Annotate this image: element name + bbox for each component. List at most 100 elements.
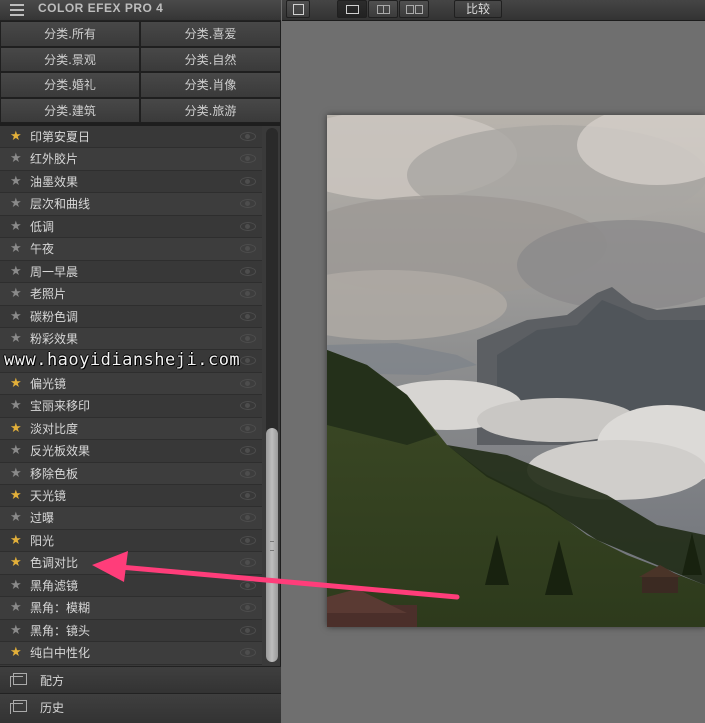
star-icon[interactable]: ★ xyxy=(10,421,22,437)
filter-item[interactable]: ★ 黑角滤镜 xyxy=(0,574,262,598)
filter-item[interactable]: ★ 粉彩效果 xyxy=(0,327,262,351)
filter-label: 黑角：镜头 xyxy=(30,623,91,638)
star-icon[interactable]: ★ xyxy=(10,533,22,549)
filter-item[interactable]: ★ 淡对比度 xyxy=(0,417,262,441)
star-icon[interactable]: ★ xyxy=(10,286,22,302)
eye-icon[interactable] xyxy=(240,154,256,164)
filter-label: 层次和曲线 xyxy=(30,197,91,212)
filter-item[interactable]: ★ 阳光 xyxy=(0,529,262,553)
filter-item[interactable]: ★ 红外胶片 xyxy=(0,148,262,171)
category-button[interactable]: 分类.肖像 xyxy=(140,72,281,98)
filter-item[interactable]: ★ 黑角：模糊 xyxy=(0,597,262,620)
eye-icon[interactable] xyxy=(240,423,256,433)
eye-icon[interactable] xyxy=(240,580,256,590)
eye-icon[interactable] xyxy=(240,199,256,209)
category-button[interactable]: 分类.旅游 xyxy=(140,97,281,123)
star-icon[interactable]: ★ xyxy=(10,488,22,504)
star-icon[interactable]: ★ xyxy=(10,219,22,235)
filter-label: 老照片 xyxy=(30,287,67,302)
star-icon[interactable]: ★ xyxy=(10,331,22,347)
eye-icon[interactable] xyxy=(240,513,256,523)
filter-item[interactable]: ★ 色调对比 xyxy=(0,552,262,575)
filter-label: 阳光 xyxy=(30,533,55,548)
eye-icon[interactable] xyxy=(240,356,256,366)
star-icon[interactable]: ★ xyxy=(10,241,22,257)
star-icon[interactable]: ★ xyxy=(10,623,22,639)
eye-icon[interactable] xyxy=(240,558,256,568)
star-icon[interactable]: ★ xyxy=(10,196,22,212)
star-icon[interactable]: ★ xyxy=(10,555,22,571)
filter-label: 粉彩效果 xyxy=(30,331,79,346)
filter-label: 低调 xyxy=(30,219,55,234)
star-icon[interactable]: ★ xyxy=(10,578,22,594)
menu-icon[interactable] xyxy=(10,4,24,16)
watermark-text: www.haoyidiansheji.com xyxy=(4,350,241,370)
star-icon[interactable]: ★ xyxy=(10,645,22,661)
eye-icon[interactable] xyxy=(240,378,256,388)
eye-icon[interactable] xyxy=(240,266,256,276)
star-icon[interactable]: ★ xyxy=(10,510,22,526)
history-panel-button[interactable]: 历史 xyxy=(0,693,281,723)
compare-button[interactable]: 比较 xyxy=(454,0,502,18)
filter-item[interactable]: ★ 移除色板 xyxy=(0,462,262,485)
history-label: 历史 xyxy=(40,701,65,715)
eye-icon[interactable] xyxy=(240,311,256,321)
eye-icon[interactable] xyxy=(240,468,256,478)
star-icon[interactable]: ★ xyxy=(10,129,22,145)
eye-icon[interactable] xyxy=(240,132,256,141)
eye-icon[interactable] xyxy=(240,176,256,186)
category-button[interactable]: 分类.景观 xyxy=(0,46,140,72)
filter-label: 移除色板 xyxy=(30,466,79,481)
filter-item[interactable]: ★ 低调 xyxy=(0,215,262,239)
eye-icon[interactable] xyxy=(240,333,256,343)
eye-icon[interactable] xyxy=(240,535,256,545)
scrollbar-grip xyxy=(270,541,274,551)
split-view-button[interactable] xyxy=(368,0,398,18)
star-icon[interactable]: ★ xyxy=(10,466,22,482)
star-icon[interactable]: ★ xyxy=(10,600,22,616)
star-icon[interactable]: ★ xyxy=(10,309,22,325)
filter-item[interactable]: ★ 宝丽来移印 xyxy=(0,395,262,418)
filter-item[interactable]: ★ 天光镜 xyxy=(0,485,262,508)
category-button[interactable]: 分类.所有 xyxy=(0,21,140,47)
side-by-side-button[interactable] xyxy=(399,0,429,18)
filter-item[interactable]: ★ 油墨效果 xyxy=(0,170,262,194)
category-button[interactable]: 分类.喜爱 xyxy=(140,21,281,47)
eye-icon[interactable] xyxy=(240,221,256,231)
history-icon xyxy=(10,700,27,714)
eye-icon[interactable] xyxy=(240,603,256,613)
eye-icon[interactable] xyxy=(240,401,256,411)
star-icon[interactable]: ★ xyxy=(10,376,22,392)
eye-icon[interactable] xyxy=(240,491,256,500)
filter-item[interactable]: ★ 层次和曲线 xyxy=(0,193,262,216)
star-icon[interactable]: ★ xyxy=(10,174,22,190)
category-button[interactable]: 分类.婚礼 xyxy=(0,72,140,98)
single-view-button[interactable] xyxy=(337,0,367,18)
star-icon[interactable]: ★ xyxy=(10,443,22,459)
filter-item[interactable]: ★ 周一早晨 xyxy=(0,260,262,284)
recipes-panel-button[interactable]: 配方 xyxy=(0,666,281,693)
filter-item[interactable]: ★ 偏光镜 xyxy=(0,372,262,396)
star-icon[interactable]: ★ xyxy=(10,398,22,414)
filter-item[interactable]: ★ 过曝 xyxy=(0,507,262,530)
eye-icon[interactable] xyxy=(240,289,256,299)
filter-item[interactable]: ★ 纯白中性化 xyxy=(0,642,262,665)
eye-icon[interactable] xyxy=(240,244,256,254)
star-icon[interactable]: ★ xyxy=(10,264,22,280)
category-grid: 分类.所有 分类.喜爱 分类.景观 分类.自然 分类.婚礼 分类.肖像 分类.建… xyxy=(0,21,281,123)
filter-item[interactable]: ★ 黑角：镜头 xyxy=(0,619,262,643)
eye-icon[interactable] xyxy=(240,648,256,658)
eye-icon[interactable] xyxy=(240,446,256,456)
filter-label: 午夜 xyxy=(30,242,55,257)
filter-item[interactable]: ★ 反光板效果 xyxy=(0,440,262,463)
filter-item[interactable]: ★ 午夜 xyxy=(0,238,262,261)
export-button[interactable] xyxy=(286,0,310,18)
eye-icon[interactable] xyxy=(240,625,256,635)
filter-item[interactable]: ★ 老照片 xyxy=(0,283,262,306)
filter-item[interactable]: ★ 印第安夏日 xyxy=(0,126,262,149)
preview-image xyxy=(327,115,705,627)
category-button[interactable]: 分类.建筑 xyxy=(0,97,140,123)
category-button[interactable]: 分类.自然 xyxy=(140,46,281,72)
star-icon[interactable]: ★ xyxy=(10,151,22,167)
filter-item[interactable]: ★ 碳粉色调 xyxy=(0,305,262,328)
